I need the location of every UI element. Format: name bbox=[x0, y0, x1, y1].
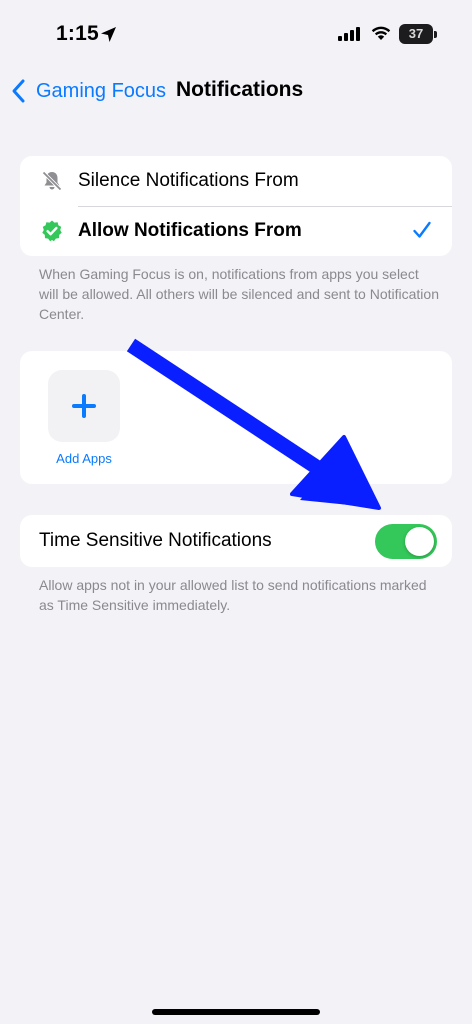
notification-mode-list: Silence Notifications From Allow Notific… bbox=[20, 156, 452, 256]
status-time: 1:15 bbox=[56, 22, 99, 45]
battery-cap bbox=[434, 31, 437, 38]
time-sensitive-label: Time Sensitive Notifications bbox=[39, 530, 272, 551]
cellular-signal-icon bbox=[338, 27, 360, 41]
back-button[interactable]: Gaming Focus bbox=[8, 76, 166, 106]
plus-icon-vertical bbox=[82, 394, 86, 418]
bell-slash-icon bbox=[41, 170, 63, 192]
mode-footnote: When Gaming Focus is on, notifications f… bbox=[39, 266, 439, 322]
option-silence-notifications[interactable]: Silence Notifications From bbox=[20, 156, 452, 206]
option-allow-notifications[interactable]: Allow Notifications From bbox=[20, 206, 452, 256]
add-apps-button[interactable] bbox=[48, 370, 120, 442]
option-label: Silence Notifications From bbox=[78, 170, 299, 191]
back-button-label: Gaming Focus bbox=[36, 79, 167, 102]
battery-icon: 37 bbox=[399, 24, 433, 44]
home-indicator[interactable] bbox=[152, 1009, 320, 1015]
checkmark-seal-icon bbox=[42, 220, 62, 242]
chevron-left-icon bbox=[12, 79, 25, 103]
location-arrow-icon bbox=[101, 27, 116, 42]
wifi-icon bbox=[371, 26, 391, 40]
page-title: Notifications bbox=[176, 78, 304, 101]
status-bar: 1:15 37 bbox=[0, 0, 472, 64]
checkmark-icon bbox=[413, 221, 431, 238]
allowed-apps-card: Add Apps bbox=[20, 351, 452, 484]
option-label: Allow Notifications From bbox=[78, 220, 302, 241]
battery-level: 37 bbox=[408, 26, 424, 41]
time-sensitive-row: Time Sensitive Notifications bbox=[20, 515, 452, 567]
add-apps-label[interactable]: Add Apps bbox=[42, 451, 126, 466]
time-sensitive-footnote: Allow apps not in your allowed list to s… bbox=[39, 577, 427, 613]
annotation-arrow bbox=[126, 338, 381, 510]
time-sensitive-toggle[interactable] bbox=[375, 524, 437, 559]
toggle-knob bbox=[405, 527, 434, 556]
